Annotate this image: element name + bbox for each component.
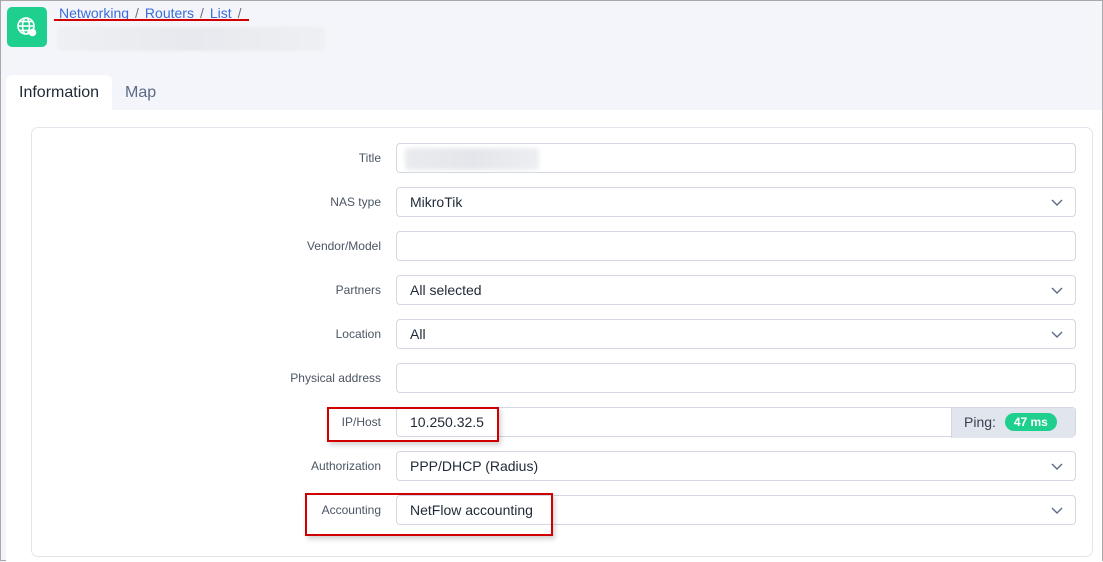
page-title-redacted <box>57 27 325 51</box>
form-row-authorization: Authorization PPP/DHCP (Radius) <box>1 451 1103 483</box>
chevron-down-icon <box>1051 287 1063 294</box>
partners-label: Partners <box>335 283 381 297</box>
partners-select[interactable]: All selected <box>396 275 1076 305</box>
location-select[interactable]: All <box>396 319 1076 349</box>
location-value: All <box>410 326 426 342</box>
form-row-location: Location All <box>1 319 1103 351</box>
annotation-box-accounting <box>305 493 553 536</box>
title-label: Title <box>358 151 381 165</box>
tab-map[interactable]: Map <box>112 75 169 110</box>
authorization-select[interactable]: PPP/DHCP (Radius) <box>396 451 1076 481</box>
location-label: Location <box>335 327 381 341</box>
form-row-ip-host: IP/Host 10.250.32.5 Ping: 47 ms <box>1 407 1103 439</box>
form-row-partners: Partners All selected <box>1 275 1103 307</box>
ping-label: Ping: <box>964 414 996 430</box>
physical-address-label: Physical address <box>290 371 381 385</box>
app-icon <box>7 7 47 47</box>
tab-bar: Information Map <box>6 75 169 110</box>
form-row-nas-type: NAS type MikroTik <box>1 187 1103 219</box>
nas-type-select[interactable]: MikroTik <box>396 187 1076 217</box>
title-value-redacted <box>405 148 539 170</box>
physical-address-input[interactable] <box>396 363 1076 393</box>
vendor-model-label: Vendor/Model <box>306 239 381 253</box>
title-input[interactable] <box>396 143 1076 173</box>
form-row-title: Title <box>1 143 1103 175</box>
authorization-value: PPP/DHCP (Radius) <box>410 458 539 474</box>
authorization-label: Authorization <box>310 459 381 473</box>
form-row-physical-address: Physical address <box>1 363 1103 395</box>
ping-addon: Ping: 47 ms <box>951 408 1075 438</box>
vendor-model-input[interactable] <box>396 231 1076 261</box>
ping-badge: 47 ms <box>1004 413 1057 431</box>
form-row-vendor-model: Vendor/Model <box>1 231 1103 263</box>
annotation-underline <box>54 19 249 21</box>
nas-type-label: NAS type <box>330 195 381 209</box>
nas-type-value: MikroTik <box>410 194 463 210</box>
chevron-down-icon <box>1051 331 1063 338</box>
chevron-down-icon <box>1051 507 1063 514</box>
globe-icon <box>17 17 37 37</box>
partners-value: All selected <box>410 282 482 298</box>
annotation-box-ip-host <box>327 407 499 442</box>
chevron-down-icon <box>1051 199 1063 206</box>
chevron-down-icon <box>1051 463 1063 470</box>
tab-information[interactable]: Information <box>6 75 113 110</box>
